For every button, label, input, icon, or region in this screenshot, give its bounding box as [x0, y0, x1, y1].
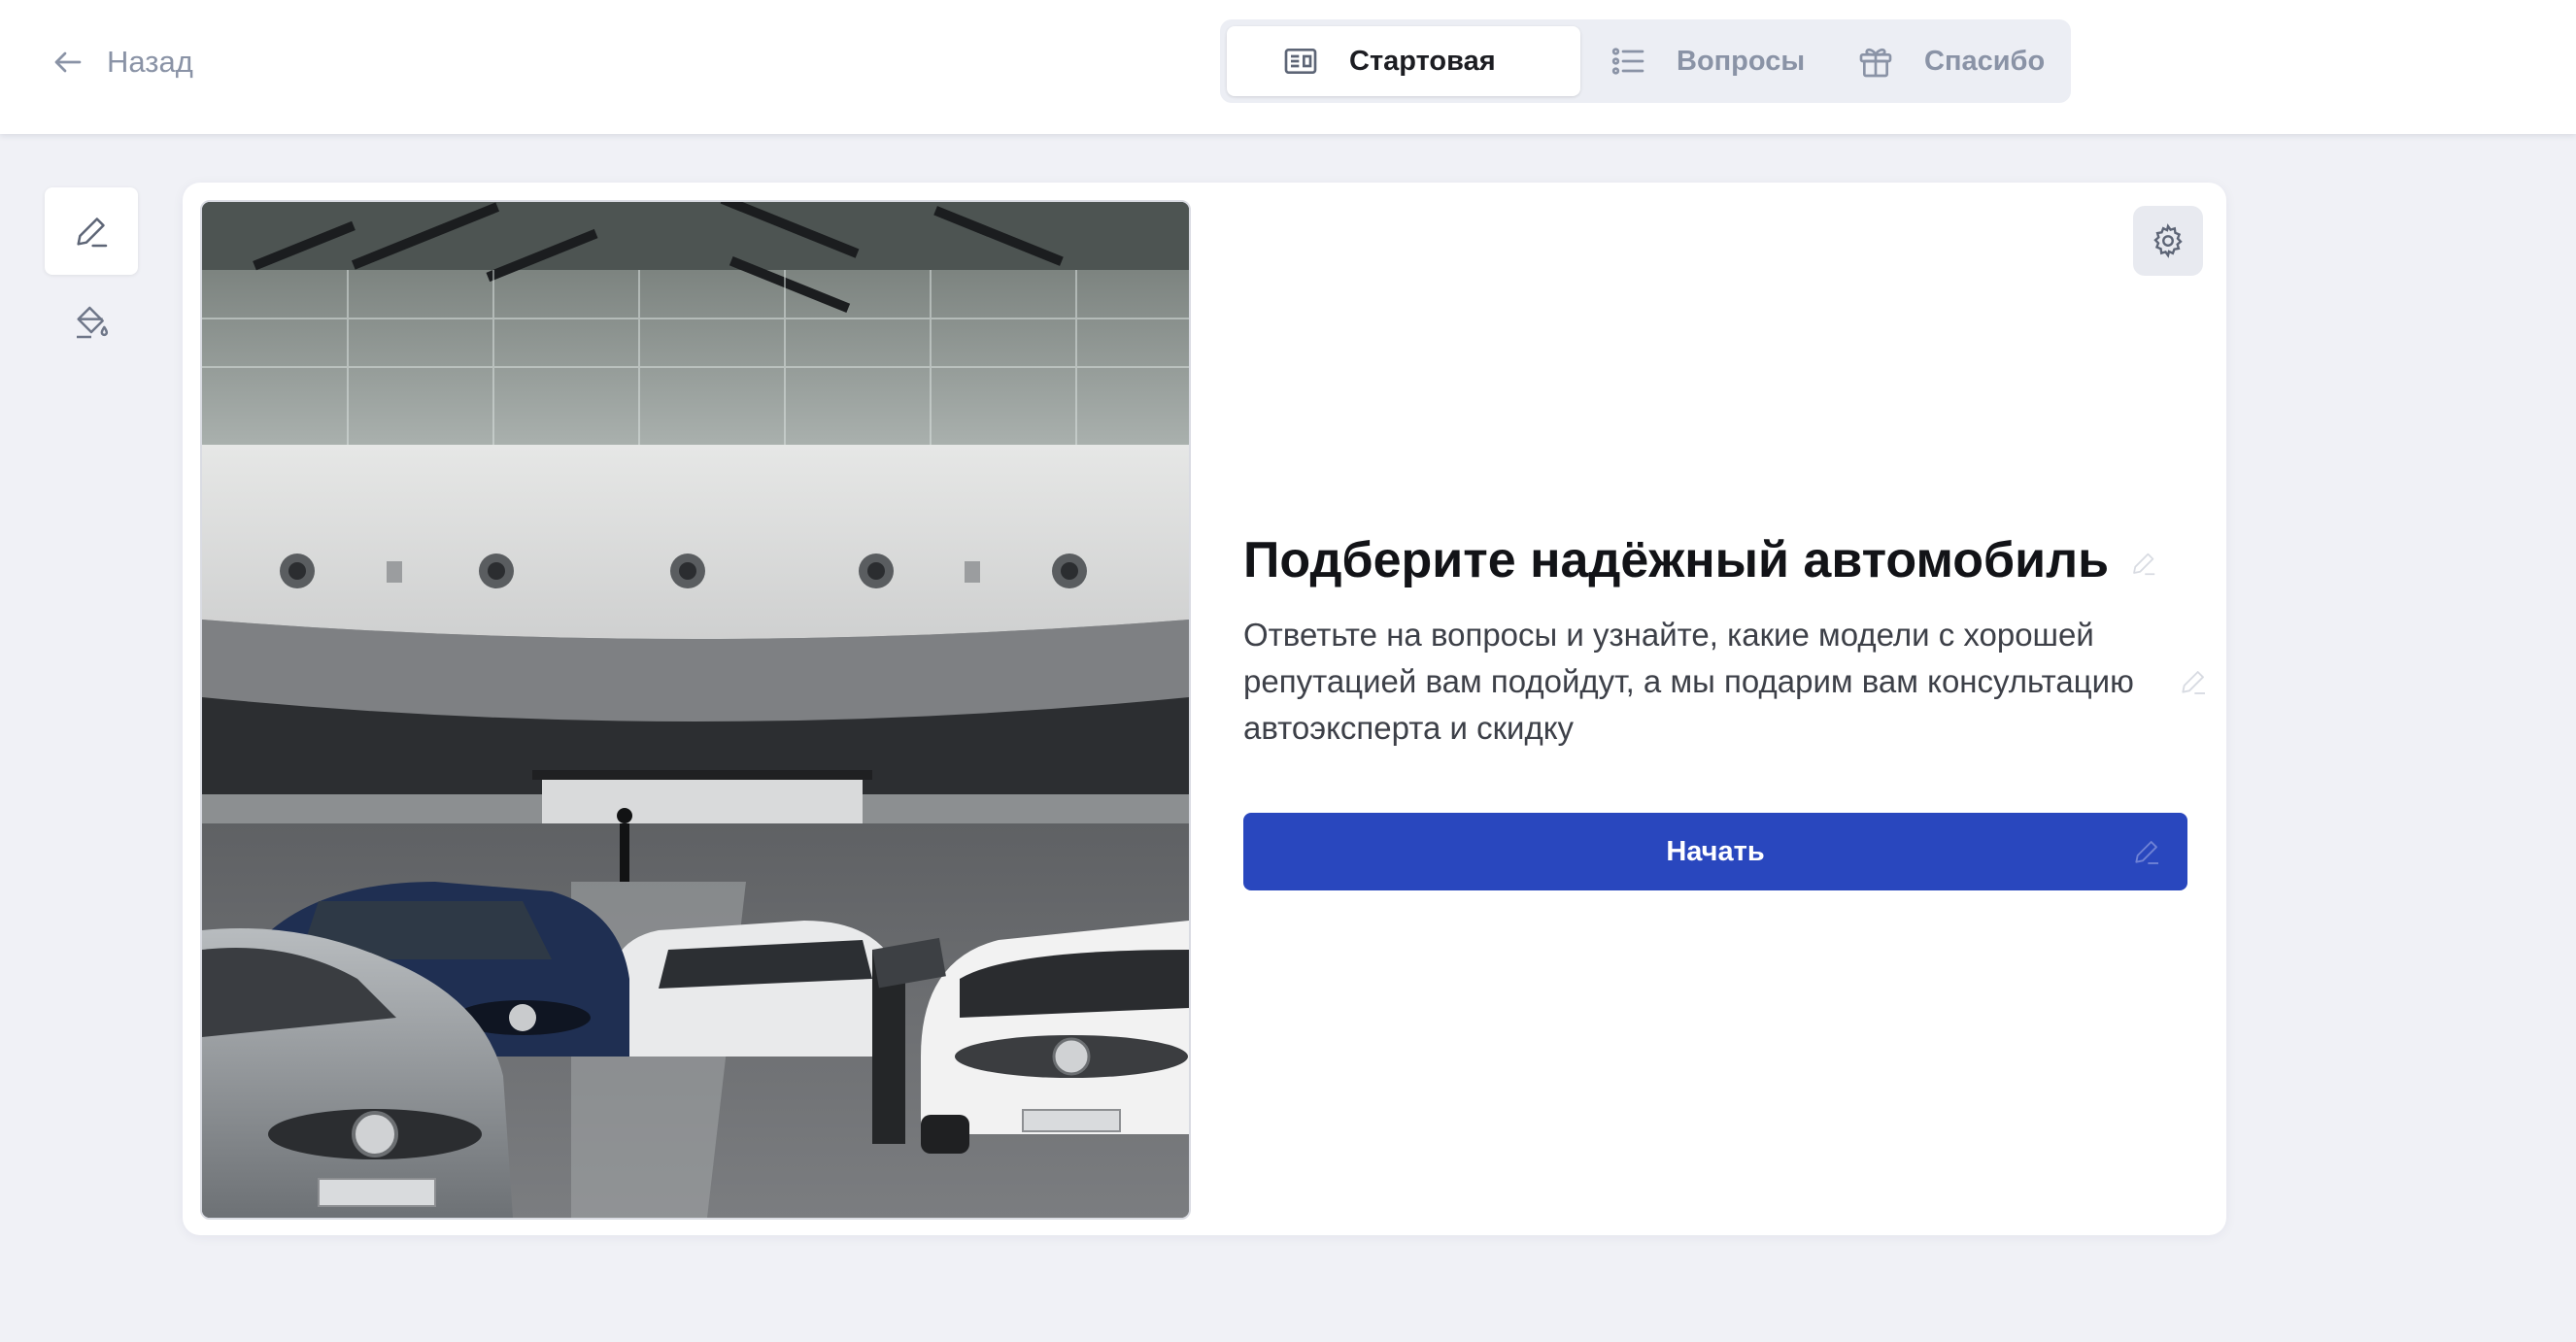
tab-questions-label: Вопросы	[1677, 45, 1806, 77]
start-screen-card: Подберите надёжный автомобиль Ответьте н…	[183, 183, 2226, 1235]
start-button[interactable]: Начать	[1243, 813, 2187, 890]
back-label: Назад	[107, 45, 193, 79]
start-screen-content: Подберите надёжный автомобиль Ответьте н…	[1243, 183, 2224, 1235]
edit-title-icon[interactable]	[2129, 549, 2158, 578]
top-bar: Назад Стартовая Вопросы Спасибо	[0, 0, 2576, 134]
paint-bucket-icon	[77, 306, 109, 339]
list-icon	[1611, 48, 1644, 75]
start-subtitle[interactable]: Ответьте на вопросы и узнайте, какие мод…	[1243, 612, 2195, 752]
arrow-left-icon	[54, 51, 82, 73]
start-button-label: Начать	[1666, 835, 1765, 867]
pencil-icon	[77, 218, 108, 248]
tab-start-label: Стартовая	[1349, 45, 1496, 77]
tab-start[interactable]: Стартовая	[1227, 26, 1580, 96]
start-title[interactable]: Подберите надёжный автомобиль	[1243, 528, 2195, 592]
layout-icon	[1284, 49, 1317, 74]
car-showroom-image[interactable]	[200, 200, 1191, 1220]
edit-subtitle-icon[interactable]	[2178, 666, 2209, 697]
design-tool[interactable]	[45, 279, 138, 366]
gift-icon	[1859, 48, 1892, 78]
back-button[interactable]: Назад	[51, 43, 193, 82]
tab-questions[interactable]: Вопросы	[1609, 26, 1832, 96]
edit-content-tool[interactable]	[45, 187, 138, 275]
step-tabs: Стартовая Вопросы Спасибо	[1220, 19, 2071, 103]
start-title-text: Подберите надёжный автомобиль	[1243, 532, 2110, 588]
tab-thanks-label: Спасибо	[1924, 45, 2046, 77]
edit-button-icon[interactable]	[2131, 836, 2162, 867]
tab-thanks[interactable]: Спасибо	[1856, 26, 2060, 96]
